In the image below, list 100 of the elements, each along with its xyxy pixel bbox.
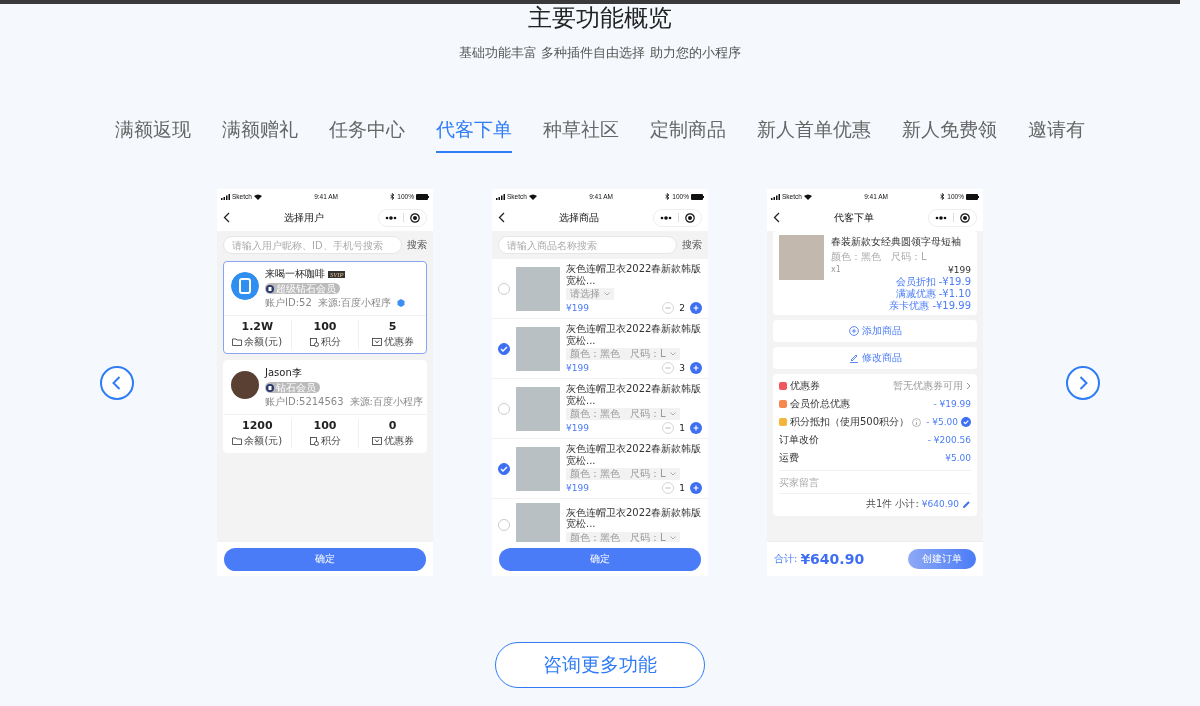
search-field[interactable]: 请输入商品名称搜索 [498, 236, 677, 254]
wifi-icon [528, 193, 537, 200]
select-checkbox[interactable] [498, 462, 510, 475]
select-checkbox[interactable] [498, 342, 510, 355]
fee-value: - ¥19.99 [933, 399, 971, 409]
discount-line: 满减优惠 -¥1.10 [895, 288, 971, 299]
search-field[interactable]: 请输入用户昵称、ID、手机号搜索 [223, 236, 402, 254]
spec-selector[interactable]: 请选择 [566, 288, 614, 300]
check-icon[interactable] [961, 417, 971, 427]
page-title: 代客下单 [833, 210, 875, 225]
quantity-value: 1 [679, 423, 685, 433]
more-icon[interactable] [660, 215, 672, 220]
product-price: ¥199 [566, 363, 589, 373]
search-link[interactable]: 搜索 [682, 238, 702, 252]
feature-tab[interactable]: 满额赠礼 [222, 117, 298, 153]
fee-value: 暂无优惠券可用 [893, 379, 963, 393]
member-level-tag: 超级钻石会员 [265, 283, 340, 294]
product-spec: 颜色：黑色 尺码：L [831, 250, 928, 264]
target-icon[interactable] [410, 212, 420, 223]
chevron-right-icon[interactable] [966, 382, 971, 390]
more-features-button[interactable]: 咨询更多功能 [495, 642, 705, 688]
product-title: 灰色连帽卫衣2022春新款韩版宽松... [566, 383, 702, 406]
document-icon [309, 436, 319, 446]
caret-icon [669, 352, 676, 356]
signal-icon [771, 193, 780, 200]
bluetooth-icon [665, 193, 671, 200]
plus-button[interactable] [690, 302, 702, 314]
fee-value: ¥5.00 [945, 453, 971, 463]
more-icon[interactable] [385, 215, 397, 220]
remark-field[interactable]: 买家留言 [779, 470, 971, 494]
account-id: 账户ID:52 [265, 296, 312, 310]
plus-button[interactable] [690, 422, 702, 434]
previous-button[interactable] [100, 365, 134, 400]
feature-tab[interactable]: 代客下单 [436, 117, 512, 153]
next-button[interactable] [1066, 365, 1100, 400]
stat-label: 积分 [320, 335, 341, 349]
fee-label: 运费 [779, 451, 799, 465]
stat-value: 100 [313, 320, 337, 333]
logo-avatar [231, 272, 259, 300]
feature-tab[interactable]: 定制商品 [650, 117, 726, 153]
product-price: ¥199 [566, 483, 589, 493]
product-price: ¥199 [566, 423, 589, 433]
feature-tab[interactable]: 满额返现 [115, 117, 191, 153]
fee-label: 积分抵扣（使用500积分） [790, 415, 910, 429]
pencil-icon[interactable] [962, 499, 971, 509]
hexagon-icon [397, 299, 406, 307]
member-icon [266, 383, 274, 392]
battery-icon [691, 193, 704, 200]
user-card[interactable]: Jason李 钻石会员 账户ID:5214563 来源:百度小程序 1200 余额(元) 100 积分 0 优惠券 [223, 360, 427, 453]
product-price: ¥199 [566, 303, 589, 313]
create-order-button[interactable]: 创建订单 [908, 549, 976, 569]
search-link[interactable]: 搜索 [407, 238, 427, 252]
section-subtitle: 基础功能丰富 多种插件自由选择 助力您的小程序 [459, 44, 741, 62]
quantity-value: 2 [679, 303, 685, 313]
item-count: 共1件 [866, 497, 893, 511]
photo-placeholder [516, 386, 560, 431]
back-icon[interactable] [498, 212, 505, 223]
caret-icon [669, 472, 676, 476]
back-icon[interactable] [223, 212, 230, 223]
stat-label: 余额(元) [244, 434, 283, 448]
more-icon[interactable] [935, 215, 947, 220]
plus-button[interactable] [690, 482, 702, 494]
product-title: 灰色连帽卫衣2022春新款韩版宽松... [566, 506, 702, 530]
page-title: 选择用户 [283, 210, 325, 225]
product-quantity: x1 [831, 265, 841, 275]
pencil-icon [848, 353, 859, 363]
back-icon[interactable] [773, 212, 780, 223]
wifi-icon [253, 193, 262, 200]
product-title: 灰色连帽卫衣2022春新款韩版宽松... [566, 323, 702, 346]
ticket-icon [371, 338, 382, 346]
target-icon[interactable] [685, 212, 695, 223]
folder-icon [232, 338, 243, 346]
edit-product-button[interactable]: 修改商品 [773, 347, 977, 369]
fee-value: - ¥200.56 [927, 435, 971, 445]
member-icon [266, 284, 274, 293]
feature-tab[interactable]: 新人免费领 [902, 117, 997, 153]
feature-tab[interactable]: 邀请有 [1028, 117, 1085, 153]
feature-tab[interactable]: 新人首单优惠 [757, 117, 871, 153]
stat-label: 余额(元) [244, 335, 283, 349]
target-icon[interactable] [960, 212, 970, 223]
info-icon [912, 417, 922, 427]
confirm-button[interactable]: 确定 [224, 547, 426, 571]
quantity-value: 3 [679, 363, 685, 373]
caret-icon [669, 535, 676, 540]
product-price: ¥199 [948, 265, 971, 275]
signal-icon [496, 193, 505, 200]
avatar-placeholder [231, 371, 259, 399]
stat-value: 1200 [242, 419, 273, 432]
stat-label: 优惠券 [383, 335, 414, 349]
ticket-icon [371, 437, 382, 445]
feature-tab[interactable]: 种草社区 [543, 117, 619, 153]
folder-icon [232, 437, 243, 445]
bluetooth-icon [940, 193, 946, 200]
feature-tab[interactable]: 任务中心 [329, 117, 405, 153]
plus-button[interactable] [690, 362, 702, 374]
confirm-button[interactable]: 确定 [499, 547, 701, 571]
fee-value: - ¥5.00 [926, 417, 958, 427]
user-name: Jason李 [265, 366, 302, 380]
add-product-button[interactable]: 添加商品 [773, 320, 977, 342]
user-name: 来喝一杯咖啡 [265, 267, 325, 281]
